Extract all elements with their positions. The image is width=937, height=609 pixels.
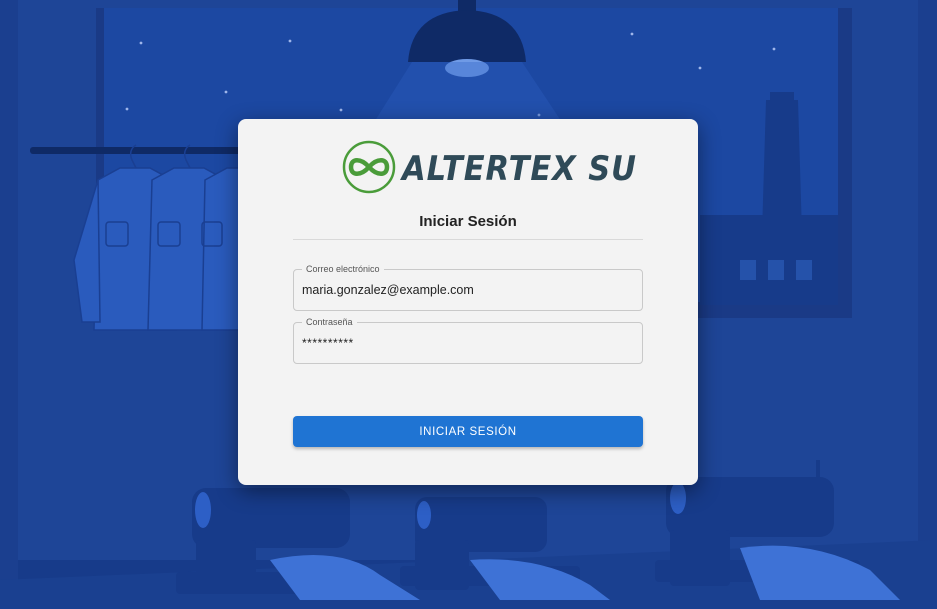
brand-logo: ALTERTEX SU	[342, 140, 663, 199]
brand-name: ALTERTEX SU	[402, 149, 637, 189]
password-value: **********	[302, 336, 354, 350]
email-value: maria.gonzalez@example.com	[302, 283, 474, 297]
title-divider	[293, 239, 643, 240]
infinity-circle-icon	[342, 140, 396, 199]
email-field[interactable]: Correo electrónico maria.gonzalez@exampl…	[293, 263, 643, 311]
email-label: Correo electrónico	[302, 263, 384, 275]
login-title: Iniciar Sesión	[419, 213, 517, 230]
password-field[interactable]: Contraseña **********	[293, 316, 643, 364]
login-card: ALTERTEX SU Iniciar Sesión Correo electr…	[238, 119, 698, 485]
login-button[interactable]: INICIAR SESIÓN	[293, 416, 643, 447]
password-label: Contraseña	[302, 316, 357, 328]
